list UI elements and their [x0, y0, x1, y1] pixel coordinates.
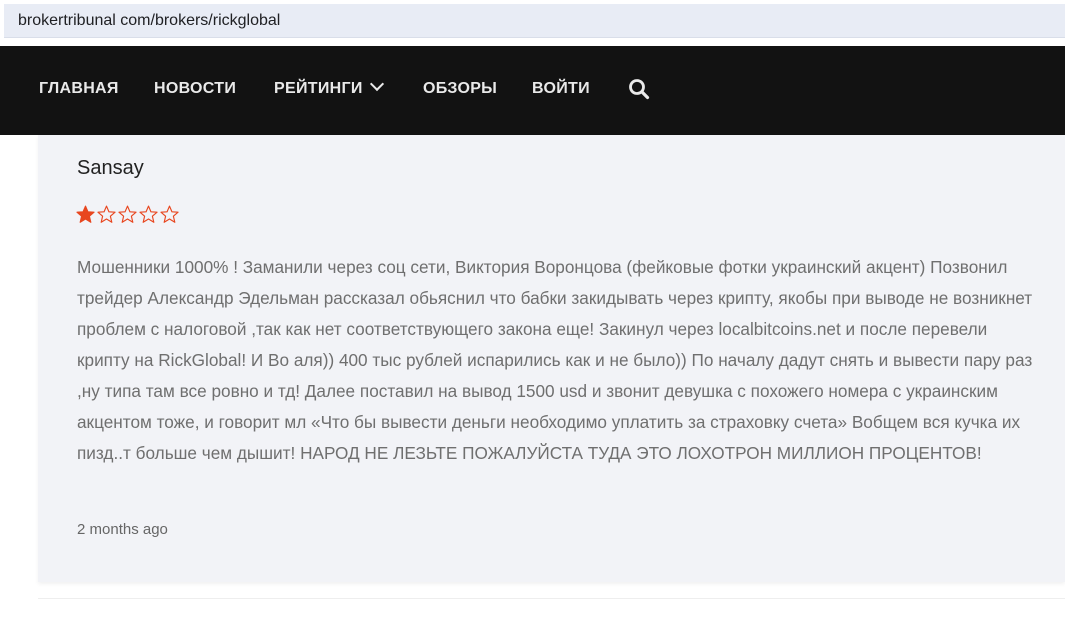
review-card: Sansay Мошенники 1000% ! Заманили через … — [38, 135, 1065, 582]
nav-item-ratings-label: РЕЙТИНГИ — [274, 80, 363, 97]
review-text: Мошенники 1000% ! Заманили через соц сет… — [77, 257, 1033, 463]
browser-address-bar: brokertribunal com/brokers/rickglobal — [0, 0, 1065, 40]
star-empty-icon — [139, 205, 158, 223]
chevron-down-icon — [369, 76, 384, 92]
nav-item-home[interactable]: ГЛАВНАЯ — [39, 80, 119, 98]
nav-item-ratings[interactable]: РЕЙТИНГИ — [274, 76, 384, 98]
star-empty-icon — [160, 205, 179, 223]
star-empty-icon — [118, 205, 137, 223]
review-author: Sansay — [77, 157, 144, 179]
rating-stars — [76, 205, 179, 225]
url-field[interactable]: brokertribunal com/brokers/rickglobal — [4, 4, 1065, 38]
nav-item-reviews[interactable]: ОБЗОРЫ — [423, 80, 497, 98]
star-filled-icon — [76, 205, 95, 223]
url-text[interactable]: brokertribunal com/brokers/rickglobal — [18, 12, 280, 30]
nav-item-login[interactable]: ВОЙТИ — [532, 80, 590, 98]
star-empty-icon — [97, 205, 116, 223]
next-review-card — [38, 598, 1065, 629]
review-date: 2 months ago — [77, 521, 168, 538]
search-icon[interactable] — [628, 78, 650, 100]
nav-item-news[interactable]: НОВОСТИ — [154, 80, 236, 98]
site-navbar: ГЛАВНАЯ НОВОСТИ РЕЙТИНГИ ОБЗОРЫ ВОЙТИ — [0, 46, 1065, 135]
